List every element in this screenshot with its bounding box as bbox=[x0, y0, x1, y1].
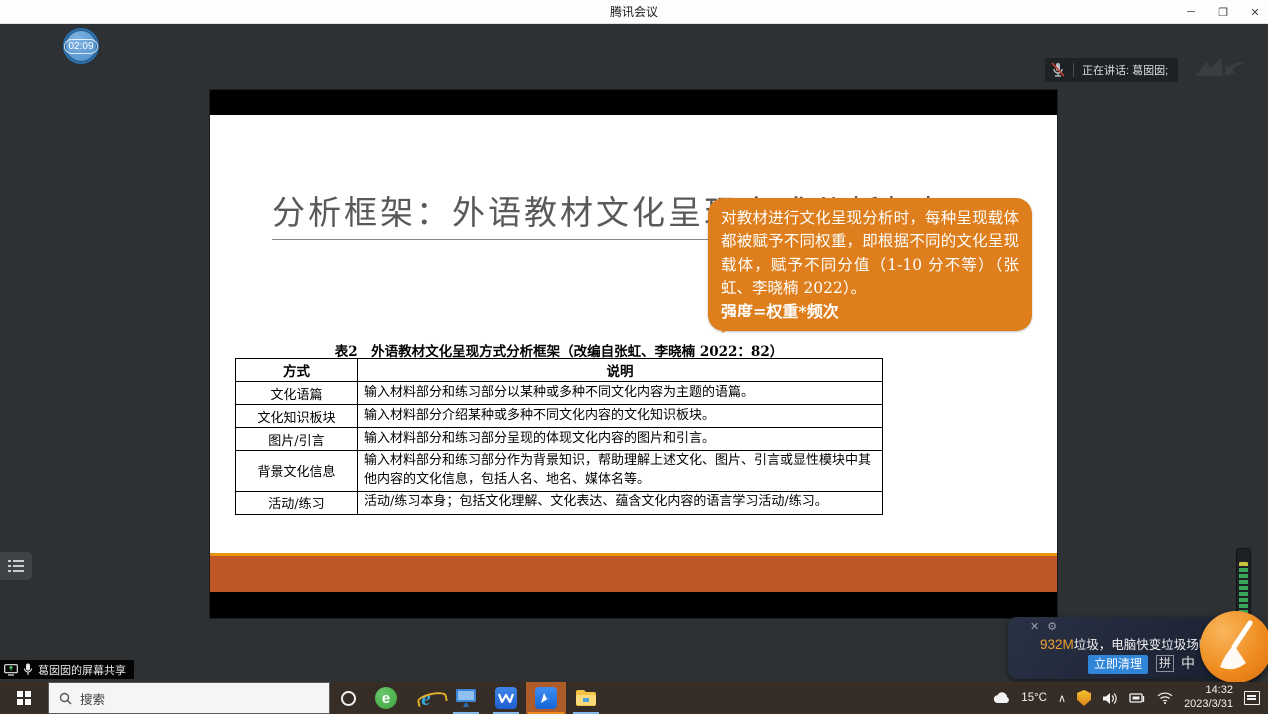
ie-icon: e bbox=[421, 686, 430, 711]
cell-method: 图片/引言 bbox=[236, 428, 358, 451]
screen-share-banner[interactable]: 葛囡囡的屏幕共享 bbox=[0, 660, 134, 679]
cortana-icon bbox=[341, 691, 356, 706]
header-description: 说明 bbox=[358, 359, 883, 382]
cell-description: 输入材料部分和练习部分作为背景知识，帮助理解上述文化、图片、引言或显性模块中其他… bbox=[358, 451, 883, 492]
search-icon bbox=[59, 692, 72, 705]
security-shield-icon[interactable] bbox=[1077, 690, 1091, 706]
cell-description: 输入材料部分和练习部分以某种或多种不同文化内容为主题的语篇。 bbox=[358, 382, 883, 405]
window-titlebar: 腾讯会议 ─ ❐ ✕ bbox=[0, 0, 1268, 24]
temperature-label[interactable]: 15°C bbox=[1021, 692, 1047, 704]
broom-icon bbox=[1200, 611, 1268, 683]
cell-method: 背景文化信息 bbox=[236, 451, 358, 492]
speaker-icon[interactable] bbox=[1102, 692, 1118, 705]
volume-level-meter bbox=[1236, 548, 1251, 618]
table-row: 文化语篇 输入材料部分和练习部分以某种或多种不同文化内容为主题的语篇。 bbox=[236, 382, 883, 405]
taskbar-app-tencent-meeting-active[interactable] bbox=[526, 682, 566, 714]
taskbar-app-file-explorer[interactable] bbox=[566, 682, 606, 714]
popup-close-icon[interactable]: ✕ bbox=[1030, 620, 1039, 633]
slide-bottom-black-bar bbox=[210, 592, 1057, 618]
table-caption: 表2 外语教材文化呈现方式分析框架（改编自张虹、李晓楠 2022：82） bbox=[235, 340, 883, 360]
speakbar-divider bbox=[1073, 63, 1074, 77]
bubble-formula: 强度=权重*频次 bbox=[721, 300, 1019, 324]
windows-taskbar: 搜索 e e bbox=[0, 682, 1268, 714]
ethernet-icon[interactable] bbox=[1129, 692, 1146, 704]
popup-settings-icon[interactable]: ⚙ bbox=[1047, 620, 1057, 633]
tencent-meeting-window: 腾讯会议 ─ ❐ ✕ 02:09 正在讲话: 葛囡囡; bbox=[0, 0, 1268, 714]
microphone-muted-icon bbox=[1051, 62, 1065, 78]
wps-icon bbox=[495, 687, 517, 709]
weather-cloud-icon bbox=[992, 692, 1010, 704]
cleaner-message: 932M垃圾，电脑快变垃圾场啦! bbox=[1040, 634, 1215, 653]
junk-message-text: 垃圾，电脑快变垃圾场啦! bbox=[1074, 638, 1215, 652]
search-placeholder: 搜索 bbox=[80, 689, 105, 708]
meeting-timer-badge[interactable]: 02:09 bbox=[63, 28, 99, 64]
presenter-mic-icon bbox=[23, 663, 33, 676]
ime-pinyin-icon[interactable]: 拼 bbox=[1156, 655, 1174, 672]
header-method: 方式 bbox=[236, 359, 358, 382]
ime-language-icon[interactable]: 中 bbox=[1181, 653, 1195, 673]
slide-top-black-bar bbox=[210, 90, 1057, 115]
wifi-icon[interactable] bbox=[1157, 692, 1173, 704]
table-header-row: 方式 说明 bbox=[236, 359, 883, 382]
cell-method: 文化知识板块 bbox=[236, 405, 358, 428]
windows-logo-icon bbox=[17, 691, 31, 705]
window-title: 腾讯会议 bbox=[0, 0, 1268, 24]
volume-level-fill bbox=[1239, 562, 1248, 614]
shared-slide: 分析框架：外语教材文化呈现方式分析框架 对教材进行文化呈现分析时，每种呈现载体都… bbox=[210, 90, 1057, 618]
tray-date: 2023/3/31 bbox=[1184, 698, 1233, 712]
taskbar-app-wps[interactable] bbox=[486, 682, 526, 714]
table-row: 活动/练习 活动/练习本身；包括文化理解、文化表达、蕴含文化内容的语言学习活动/… bbox=[236, 491, 883, 514]
slide-rust-bar bbox=[210, 556, 1057, 592]
screen-share-label: 葛囡囡的屏幕共享 bbox=[38, 662, 126, 678]
taskbar-search-box[interactable]: 搜索 bbox=[48, 682, 330, 714]
cortana-button[interactable] bbox=[330, 682, 366, 714]
taskbar-app-ie[interactable]: e bbox=[406, 682, 446, 714]
speaking-indicator: 正在讲话: 葛囡囡; bbox=[1045, 58, 1178, 82]
annotation-speech-bubble: 对教材进行文化呈现分析时，每种呈现载体都被赋予不同权重，即根据不同的文化呈现载体… bbox=[708, 198, 1032, 331]
system-tray: 15°C ∧ 14:32 2023/3/31 bbox=[992, 682, 1268, 714]
meeting-stage: 02:09 正在讲话: 葛囡囡; bbox=[0, 24, 1268, 682]
screen-share-icon bbox=[4, 664, 18, 676]
taskbar-app-remote-desktop[interactable] bbox=[446, 682, 486, 714]
table-row: 图片/引言 输入材料部分和练习部分呈现的体现文化内容的图片和引言。 bbox=[236, 428, 883, 451]
junk-size-value: 932M bbox=[1040, 637, 1074, 652]
speaking-label: 正在讲话: 葛囡囡; bbox=[1082, 62, 1168, 78]
tencent-meeting-icon bbox=[535, 687, 557, 709]
tray-clock[interactable]: 14:32 2023/3/31 bbox=[1184, 684, 1233, 712]
close-button[interactable]: ✕ bbox=[1248, 6, 1262, 19]
list-icon bbox=[8, 559, 24, 573]
cell-method: 活动/练习 bbox=[236, 491, 358, 514]
minimize-button[interactable]: ─ bbox=[1184, 6, 1198, 18]
cleaner-popup-controls: ✕ ⚙ bbox=[1030, 620, 1057, 633]
reaction-arrows-icon[interactable] bbox=[1193, 56, 1249, 84]
cell-description: 输入材料部分介绍某种或多种不同文化内容的文化知识板块。 bbox=[358, 405, 883, 428]
folder-icon bbox=[575, 689, 597, 707]
browser360-icon: e bbox=[375, 687, 397, 709]
start-button[interactable] bbox=[0, 682, 48, 714]
table-row: 文化知识板块 输入材料部分介绍某种或多种不同文化内容的文化知识板块。 bbox=[236, 405, 883, 428]
cleaner-mascot-button[interactable] bbox=[1200, 611, 1268, 683]
table-row: 背景文化信息 输入材料部分和练习部分作为背景知识，帮助理解上述文化、图片、引言或… bbox=[236, 451, 883, 492]
cell-method: 文化语篇 bbox=[236, 382, 358, 405]
tray-time: 14:32 bbox=[1184, 684, 1233, 698]
clean-now-button[interactable]: 立即清理 bbox=[1088, 655, 1148, 674]
cell-description: 活动/练习本身；包括文化理解、文化表达、蕴含文化内容的语言学习活动/练习。 bbox=[358, 491, 883, 514]
monitor-app-icon bbox=[455, 688, 477, 708]
maximize-button[interactable]: ❐ bbox=[1216, 6, 1230, 19]
tray-expand-chevron[interactable]: ∧ bbox=[1058, 692, 1066, 705]
action-center-icon[interactable] bbox=[1244, 691, 1260, 705]
member-list-toggle[interactable] bbox=[0, 552, 32, 580]
taskbar-app-browser360[interactable]: e bbox=[366, 682, 406, 714]
framework-table: 方式 说明 文化语篇 输入材料部分和练习部分以某种或多种不同文化内容为主题的语篇… bbox=[235, 358, 883, 515]
bubble-text: 对教材进行文化呈现分析时，每种呈现载体都被赋予不同权重，即根据不同的文化呈现载体… bbox=[721, 209, 1019, 297]
window-controls: ─ ❐ ✕ bbox=[1184, 0, 1262, 24]
cell-description: 输入材料部分和练习部分呈现的体现文化内容的图片和引言。 bbox=[358, 428, 883, 451]
meeting-timer-value: 02:09 bbox=[64, 39, 97, 54]
